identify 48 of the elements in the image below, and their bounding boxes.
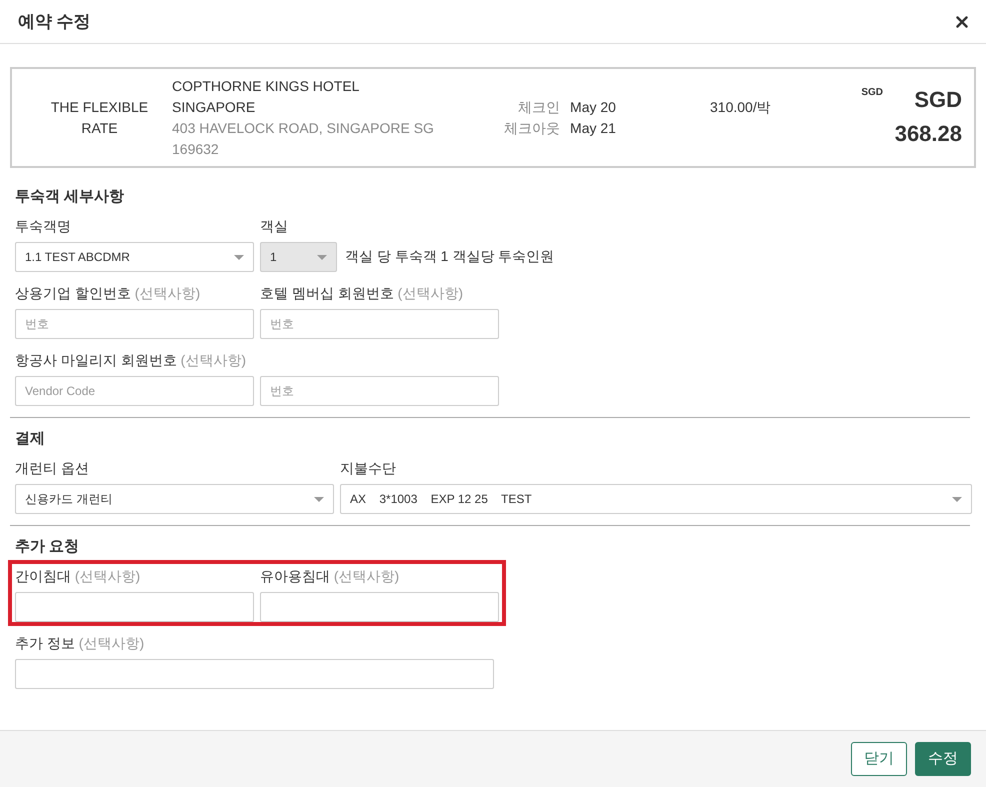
save-button[interactable]: 수정 [915,742,971,776]
field-label: 상용기업 할인번호 [15,285,131,301]
dropdown[interactable]: AX 3*1003 EXP 12 25 TEST [340,484,972,514]
input-field[interactable]: 번호 [15,309,254,339]
nightly-rate: 310.00/박 [710,98,772,117]
close-button[interactable]: 닫기 [851,742,907,776]
input-field[interactable] [15,592,254,622]
date-label: 체크인 [517,98,560,116]
field-label: 객실 [260,218,288,234]
field-label: 추가 정보 [15,635,75,651]
dropdown[interactable]: 신용카드 개런티 [15,484,334,514]
optional-hint: (선택사항) [134,285,200,301]
field-label: 투숙객명 [15,218,71,234]
date-label: 체크아웃 [503,118,560,138]
input-field[interactable] [260,592,499,622]
guest-note: 객실 당 투숙객 1 객실당 투숙인원 [345,248,554,266]
section-title: 추가 요청 [15,537,80,557]
caret-icon [317,254,327,260]
field-label: 개런티 옵션 [15,460,89,476]
field-label: 호텔 멤버십 회원번호 [260,285,394,301]
optional-hint: (선택사항) [334,568,400,584]
section-title: 투숙객 세부사항 [15,187,126,207]
optional-hint: (선택사항) [74,568,140,584]
caret-icon [234,254,244,260]
input-field[interactable]: 번호 [260,309,499,339]
optional-hint: (선택사항) [398,285,463,301]
field-label: 항공사 마일리지 회원번호 [15,352,177,368]
field-label: 지불수단 [340,460,396,476]
date-value: May 21 [570,118,617,138]
dropdown[interactable]: 1.1 TEST ABCDMR [15,242,254,272]
section-title: 결제 [15,429,46,449]
hotel-name: COPTHORNE KINGS HOTEL SINGAPORE [172,76,360,116]
hotel-address: 403 HAVELOCK ROAD, SINGAPORE SG 169632 [172,118,435,158]
optional-hint: (선택사항) [78,635,144,651]
rate-name: THE FLEXIBLE RATE [50,98,150,138]
dialog-title: 예약 수정 [18,11,91,33]
input-field[interactable]: Vendor Code [15,376,254,406]
caret-icon [314,496,324,502]
input-field[interactable]: 번호 [260,376,499,406]
close-icon[interactable] [956,16,968,28]
total-price: SGD 368.28 [894,86,962,148]
field-label: 간이침대 [15,568,71,584]
optional-hint: (선택사항) [180,352,246,368]
currency-code: SGD [861,86,883,98]
caret-icon [952,496,962,502]
date-value: May 20 [570,98,617,117]
input-field[interactable] [15,659,494,689]
field-label: 유아용침대 [260,568,330,584]
